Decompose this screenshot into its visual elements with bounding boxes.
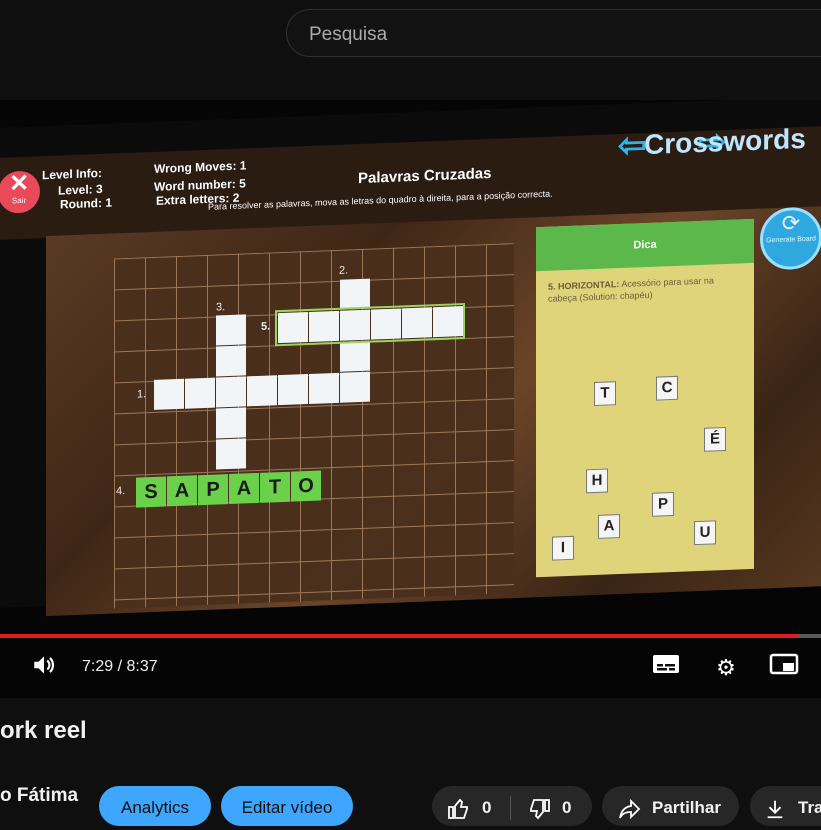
thumbs-up-icon[interactable] [446, 786, 472, 830]
top-bar [0, 0, 821, 70]
download-button[interactable]: Tra [750, 786, 821, 826]
like-dislike-group: 0 0 [432, 786, 592, 826]
search-input[interactable] [307, 22, 711, 48]
letter-tile[interactable]: H [586, 468, 608, 494]
progress-bar[interactable] [0, 634, 821, 638]
player-controls: 7:29 / 8:37 ⚙ [0, 648, 821, 688]
settings-gear-icon[interactable]: ⚙ [710, 652, 742, 684]
letter-tile[interactable]: U [694, 520, 716, 546]
exit-label: Sair [11, 195, 27, 206]
grid-cell[interactable] [278, 374, 308, 406]
grid-cell[interactable] [340, 278, 370, 310]
progress-fill [0, 634, 798, 638]
grid-cell[interactable] [216, 376, 246, 408]
edit-video-button[interactable]: Editar vídeo [221, 786, 353, 826]
hint-panel: Dica 5. HORIZONTAL: Acessório para usar … [536, 218, 754, 578]
grid-cell[interactable] [185, 377, 215, 409]
clue-number: 5. [261, 320, 271, 333]
close-icon: ✕ [8, 169, 30, 198]
clue-number: 2. [339, 264, 349, 277]
arrow-left-icon[interactable]: ⇦ [618, 125, 647, 166]
clue-number: 3. [216, 301, 226, 314]
share-icon [616, 786, 642, 830]
grid-cell[interactable] [216, 407, 246, 439]
video-player[interactable]: ✕ Sair Level Info: Level: 3 Round: 1 Wro… [0, 100, 821, 698]
download-label: Tra [798, 798, 821, 817]
share-label: Partilhar [652, 798, 721, 817]
letter-tile[interactable]: É [704, 426, 726, 452]
generate-board-label: Generate Board [766, 235, 816, 245]
miniplayer-icon[interactable] [768, 652, 800, 684]
active-word-highlight [275, 302, 465, 347]
solved-letter: A [229, 472, 259, 505]
clue-number: 1. [137, 388, 147, 401]
level-info-label: Level Info: [42, 165, 103, 183]
share-button[interactable]: Partilhar [602, 786, 739, 826]
letter-tile[interactable]: T [594, 381, 616, 407]
channel-name[interactable]: o Fátima [0, 785, 78, 807]
solved-letter: T [260, 471, 290, 503]
clue-number: 4. [116, 485, 126, 498]
volume-icon[interactable] [28, 652, 60, 684]
hint-clue: 5. HORIZONTAL: Acessório para usar na ca… [548, 273, 743, 304]
hint-clue-label: 5. HORIZONTAL: [548, 279, 620, 292]
video-title: ork reel [0, 717, 87, 744]
solved-letter: A [167, 475, 197, 507]
like-count: 0 [482, 798, 492, 817]
grid-cell[interactable] [340, 340, 370, 372]
download-icon [764, 786, 786, 830]
crossword-grid [114, 243, 514, 609]
dislike-count: 0 [562, 798, 572, 817]
letter-tile[interactable]: P [652, 491, 674, 517]
game-title: Crosswords [644, 122, 806, 161]
solved-letter: S [136, 476, 166, 508]
divider [510, 796, 511, 820]
letter-tile[interactable]: A [598, 514, 620, 539]
refresh-icon: ⟳ [781, 210, 801, 236]
letter-tile[interactable]: I [552, 535, 574, 561]
search-box[interactable] [286, 9, 821, 57]
letter-tile[interactable]: C [656, 375, 678, 401]
grid-cell[interactable] [216, 345, 246, 377]
analytics-button[interactable]: Analytics [99, 786, 211, 826]
hint-header: Dica [536, 218, 754, 272]
solved-letter: P [198, 474, 228, 506]
game-screen: ✕ Sair Level Info: Level: 3 Round: 1 Wro… [0, 100, 821, 617]
subtitles-icon[interactable] [650, 652, 682, 684]
time-display: 7:29 / 8:37 [82, 658, 158, 675]
grid-cell[interactable] [216, 438, 246, 470]
grid-cell[interactable] [154, 378, 184, 410]
grid-cell[interactable] [247, 375, 277, 407]
round-value: Round: 1 [60, 195, 112, 212]
thumbs-down-icon[interactable] [526, 786, 552, 830]
solved-letter: O [291, 470, 321, 502]
grid-cell[interactable] [216, 314, 246, 346]
grid-cell[interactable] [309, 372, 339, 404]
grid-cell[interactable] [340, 371, 370, 403]
